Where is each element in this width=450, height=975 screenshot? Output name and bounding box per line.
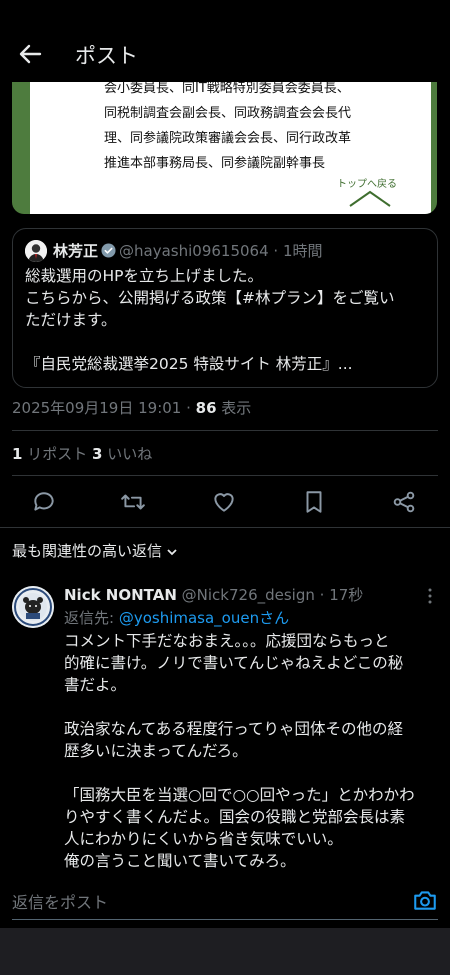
quoted-post[interactable]: 林芳正 @hayashi09615064 · 1時間 総裁選用のHPを立ち上げまし… [12,228,438,388]
handle[interactable]: @hayashi09615064 [119,242,269,260]
image-text: 会小委員長、同IT戦略特別委員会委員長、 同税制調査会副会長、同政務調査会会長代… [104,82,434,176]
text-line: こちらから、公開掲げる政策【#林プラン】をご覧い [25,289,395,307]
reply-body: コメント下手だなおまえ。。。応援団ならもっと 的確に書け。ノリで書いてんじゃねえ… [64,630,442,872]
display-name[interactable]: 林芳正 [53,242,98,260]
image-line: 会小委員長、同IT戦略特別委員会委員長、 [104,82,350,96]
reply-input[interactable]: 返信をポスト [12,889,108,913]
system-nav-bar [0,928,450,975]
verified-badge-icon [101,243,116,258]
replying-to-label: 返信先: [64,609,119,627]
text-line: 人にわかりにくいから省き気味でいい。 [64,830,343,848]
quoted-post-header: 林芳正 @hayashi09615064 · 1時間 [53,240,323,261]
text-line [64,762,442,784]
repost-count[interactable]: 1 [12,445,22,463]
text-line [25,331,429,353]
bear-emblem-icon [12,586,54,628]
divider [0,527,450,528]
post-timestamp: 2025年09月19日 19:01 · 86 表示 [12,397,251,418]
post-time: · 1時間 [273,242,323,260]
text-line: 「国務大臣を当選○回で○○回やった」とかわかわ [64,786,415,804]
repost-icon[interactable] [120,489,146,515]
quoted-post-body: 総裁選用のHPを立ち上げました。 こちらから、公開掲げる政策【#林プラン】をご覧… [25,265,429,375]
text-line: コメント下手だなおまえ。。。応援団ならもっと [64,632,390,650]
bookmark-icon[interactable] [301,489,327,515]
like-label[interactable]: いいね [102,445,152,463]
handle[interactable]: @Nick726_design [182,586,315,604]
text-line: 俺の言うこと聞いて書いてみろ。 [64,852,296,870]
reply-header: Nick NONTAN @Nick726_design · 17秒 [64,584,363,605]
reply-icon[interactable] [31,489,57,515]
text-line: ただけます。 [25,311,117,329]
reply-sort-dropdown[interactable]: 最も関連性の高い返信 [12,540,178,561]
image-line: 理、同参議院政策審議会会長、同行政改革 [104,131,352,146]
share-icon[interactable] [391,489,417,515]
display-name[interactable]: Nick NONTAN [64,586,177,604]
person-icon [25,240,47,262]
text-line: 『自民党総裁選挙2025 特設サイト 林芳正』... [25,355,353,373]
text-line: 的確に書け。ノリで書いてんじゃねえよどこの秘 [64,654,404,672]
avatar[interactable] [12,586,54,628]
page-title: ポスト [75,44,138,68]
chevron-down-icon [167,549,177,556]
input-underline [12,919,438,920]
back-arrow-icon[interactable] [14,38,46,70]
timestamp-text: 2025年09月19日 19:01 · [12,399,196,417]
divider [12,475,438,476]
action-bar [0,486,450,518]
top-bar: ポスト [0,0,450,82]
chevron-up-icon [349,190,391,207]
view-count: 86 [195,399,217,417]
text-line: 政治家なんてある程度行ってりゃ団体その他の経 [64,720,403,738]
post-detail-screen: 会小委員長、同IT戦略特別委員会委員長、 同税制調査会副会長、同政務調査会会長代… [0,0,450,975]
reply-composer: 返信をポスト [0,872,450,928]
like-count[interactable]: 3 [92,445,102,463]
heart-icon[interactable] [211,489,237,515]
image-line: 同税制調査会副会長、同政務調査会会長代 [104,106,352,121]
image-line: 推進本部事務局長、同参議院副幹事長 [104,156,326,171]
repost-label[interactable]: リポスト [22,445,87,463]
more-options-icon[interactable] [422,586,438,606]
engagement-stats: 1 リポスト 3 いいね [12,443,152,464]
post-time: · 17秒 [319,586,364,604]
replying-to-handle[interactable]: @yoshimasa_ouenさん [119,609,289,627]
text-line: 歴多いに決まってんだろ。 [64,742,248,760]
divider [12,430,438,431]
avatar[interactable] [25,240,47,262]
camera-icon[interactable] [412,887,438,913]
text-line: 書だよ。 [64,676,127,694]
text-line [64,696,442,718]
view-label: 表示 [216,399,252,417]
replying-to: 返信先: @yoshimasa_ouenさん [64,607,289,628]
text-line: 総裁選用のHPを立ち上げました。 [25,267,264,285]
text-line: りやすく書くんだよ。国会の役職と党部会長は素 [64,808,406,826]
sort-label: 最も関連性の高い返信 [12,542,163,560]
